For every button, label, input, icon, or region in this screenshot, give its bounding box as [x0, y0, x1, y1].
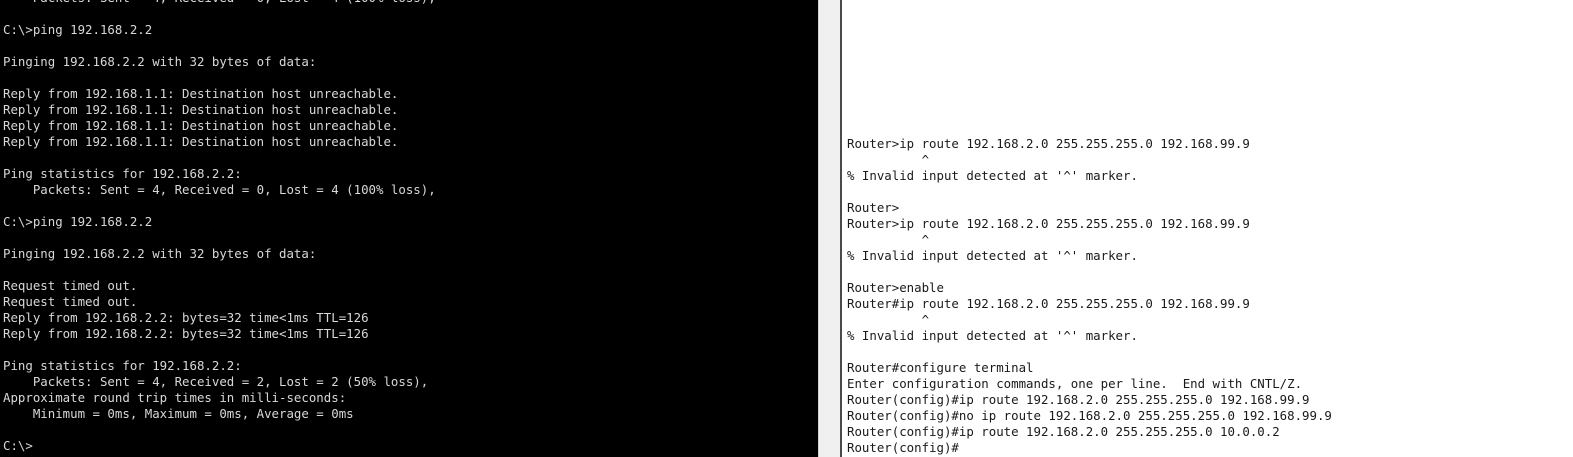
- pc-terminal-line: Reply from 192.168.1.1: Destination host…: [3, 134, 399, 149]
- router-cli-line: Router(config)#ip route 192.168.2.0 255.…: [847, 392, 1310, 407]
- router-cli-output: Router>ip route 192.168.2.0 255.255.255.…: [847, 136, 1332, 456]
- router-cli-line: ^: [847, 152, 930, 167]
- router-cli-line: Router(config)#ip route 192.168.2.0 255.…: [847, 424, 1280, 439]
- router-cli-line: % Invalid input detected at '^' marker.: [847, 328, 1138, 343]
- pc-terminal-output: Packets: Sent = 4, Received = 0, Lost = …: [3, 0, 436, 454]
- router-cli-line: Enter configuration commands, one per li…: [847, 376, 1303, 391]
- pc-terminal-line: [3, 230, 436, 246]
- pc-terminal-line: [3, 70, 436, 86]
- pc-terminal-line: [3, 342, 436, 358]
- router-cli-line: % Invalid input detected at '^' marker.: [847, 168, 1138, 183]
- pc-command-prompt-terminal[interactable]: Packets: Sent = 4, Received = 0, Lost = …: [0, 0, 818, 457]
- pc-terminal-line: [3, 150, 436, 166]
- router-cli-line: Router>ip route 192.168.2.0 255.255.255.…: [847, 216, 1250, 231]
- router-cli-line: Router#configure terminal: [847, 360, 1034, 375]
- pc-terminal-line: Packets: Sent = 4, Received = 0, Lost = …: [3, 0, 436, 6]
- pc-terminal-line: [3, 422, 436, 438]
- pc-terminal-line: Reply from 192.168.1.1: Destination host…: [3, 118, 399, 133]
- pc-terminal-line: Request timed out.: [3, 294, 138, 309]
- router-cli-line: Router(config)#no ip route 192.168.2.0 2…: [847, 408, 1332, 423]
- pc-terminal-line: [3, 38, 436, 54]
- router-cli-line: Router>ip route 192.168.2.0 255.255.255.…: [847, 136, 1250, 151]
- pc-terminal-line: Reply from 192.168.2.2: bytes=32 time<1m…: [3, 326, 369, 341]
- pc-terminal-line: C:\>ping 192.168.2.2: [3, 214, 153, 229]
- router-cli-line: [847, 344, 1332, 360]
- router-cli-line: % Invalid input detected at '^' marker.: [847, 248, 1138, 263]
- pc-terminal-line: Reply from 192.168.1.1: Destination host…: [3, 86, 399, 101]
- router-cli-terminal[interactable]: Router>ip route 192.168.2.0 255.255.255.…: [842, 0, 1573, 457]
- pc-terminal-line: Request timed out.: [3, 278, 138, 293]
- pc-terminal-line: Pinging 192.168.2.2 with 32 bytes of dat…: [3, 54, 317, 69]
- router-cli-line: Router(config)#: [847, 440, 959, 455]
- router-cli-line: [847, 184, 1332, 200]
- pc-terminal-line: Approximate round trip times in milli-se…: [3, 390, 347, 405]
- pc-terminal-line: Packets: Sent = 4, Received = 2, Lost = …: [3, 374, 429, 389]
- router-cli-line: Router>: [847, 200, 900, 215]
- pc-terminal-line: [3, 262, 436, 278]
- pc-terminal-line: C:\>ping 192.168.2.2: [3, 22, 153, 37]
- router-cli-line: ^: [847, 232, 930, 247]
- pc-terminal-line: Reply from 192.168.2.2: bytes=32 time<1m…: [3, 310, 369, 325]
- pc-terminal-line: Ping statistics for 192.168.2.2:: [3, 358, 242, 373]
- pc-terminal-line: C:\>: [3, 438, 33, 453]
- pc-terminal-line: Pinging 192.168.2.2 with 32 bytes of dat…: [3, 246, 317, 261]
- pc-terminal-line: [3, 198, 436, 214]
- pc-terminal-line: Ping statistics for 192.168.2.2:: [3, 166, 242, 181]
- router-cli-line: [847, 264, 1332, 280]
- pc-terminal-line: Minimum = 0ms, Maximum = 0ms, Average = …: [3, 406, 354, 421]
- pc-terminal-line: Reply from 192.168.1.1: Destination host…: [3, 102, 399, 117]
- pc-terminal-line: Packets: Sent = 4, Received = 0, Lost = …: [3, 182, 436, 197]
- window-divider: [818, 0, 840, 457]
- router-cli-line: ^: [847, 312, 930, 327]
- pc-terminal-line: [3, 6, 436, 22]
- router-cli-line: Router>enable: [847, 280, 944, 295]
- router-cli-line: Router#ip route 192.168.2.0 255.255.255.…: [847, 296, 1250, 311]
- screen: Packets: Sent = 4, Received = 0, Lost = …: [0, 0, 1573, 457]
